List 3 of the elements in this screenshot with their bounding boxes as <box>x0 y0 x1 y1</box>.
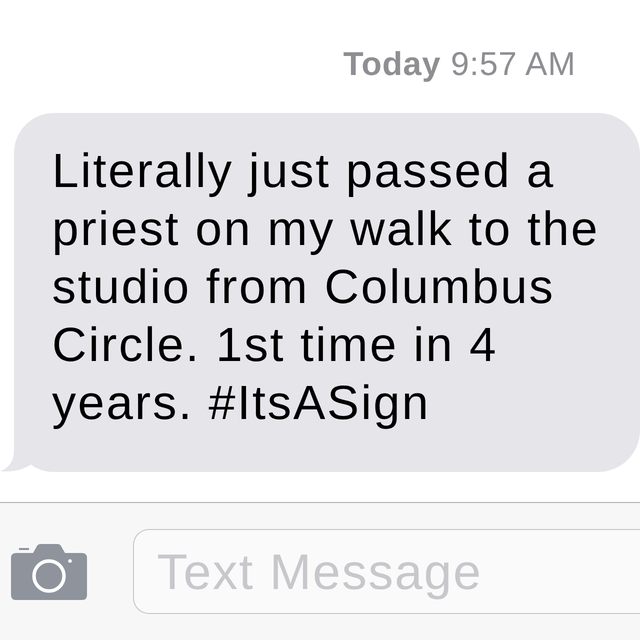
message-text: Literally just passed a priest on my walk to the studio from Columbus Circle. 1st time in 4 years. #ItsASign <box>52 144 600 432</box>
camera-icon[interactable] <box>11 544 87 600</box>
timestamp: Today 9:57 AM <box>343 44 576 84</box>
